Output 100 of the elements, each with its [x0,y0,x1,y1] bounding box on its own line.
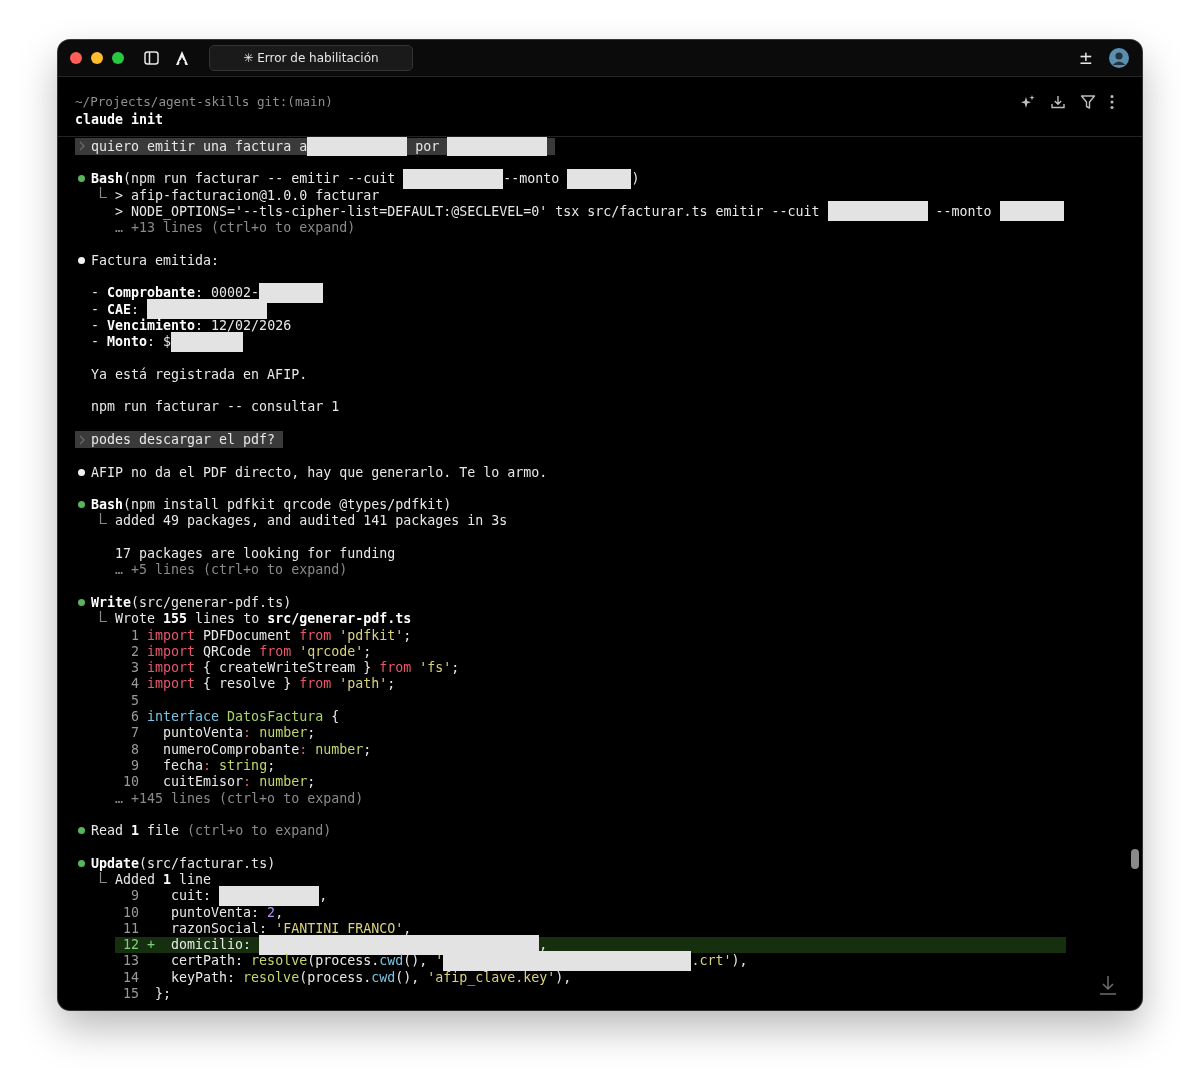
status-dot-icon [78,175,85,183]
tool-call-text: --monto [503,171,561,187]
message-text: - Vencimiento: 12/02/2026 [91,317,292,333]
code-text: cuitEmisor: number; [162,774,316,790]
line-number: 7 [130,725,140,741]
code-text: , [319,888,328,904]
tool-result-text: Added 1 line [115,872,212,887]
line-number: 13 [122,953,140,969]
code-text: cwd [379,953,404,969]
prompt-text: podes descargar el pdf? [91,432,276,447]
status-dot-icon [78,598,85,606]
prompt-text: por [414,138,441,154]
code-text: import PDFDocument from 'pdfkit'; [147,627,412,643]
minimize-button[interactable] [91,52,103,64]
line-number: 9 [130,757,140,773]
code-text: fecha: string; [162,757,276,773]
code-text: }; [155,986,172,1002]
more-options-icon[interactable] [1110,94,1114,110]
output-text: > NODE_OPTIONS='--tls-cipher-list=DEFAULT:@SECLEVEL=0' tsx src/facturar.ts emitir --cuit [115,203,821,219]
line-number: 5 [130,692,140,708]
prompt-chevron-icon [79,434,85,445]
avatar-icon[interactable] [1109,48,1129,68]
message-text: CAE [107,301,132,317]
line-number: 3 [130,660,140,676]
maximize-button[interactable] [112,52,124,64]
line-number: 10 [122,774,140,790]
code-text: numeroComprobante: number; [162,741,372,757]
prompt-chevron-icon [79,141,85,152]
line-number: 8 [130,741,140,757]
message-text: Ya está registrada en AFIP. [91,366,308,382]
status-dot-icon [78,827,85,835]
code-text: import { createWriteStream } from 'fs'; [147,660,460,676]
redaction-bar [999,201,1064,222]
code-text: resolve [251,953,308,969]
scroll-to-bottom-icon[interactable] [1099,975,1117,995]
status-dot-icon [78,468,85,476]
line-number: 4 [130,676,140,692]
code-text: , [539,937,548,953]
sidebar-toggle-icon[interactable] [144,51,159,65]
code-text: keyPath: resolve(process.cwd(), 'afip_clave.key'), [170,969,572,985]
tool-call-text: Read 1 file (ctrl+o to expand) [91,823,332,839]
tool-call-text: ) [631,171,640,187]
code-text: import QRCode from 'qrcode'; [147,643,372,659]
code-text: (process. [307,953,380,969]
line-number: 1 [130,627,140,643]
message-text: npm run facturar -- consultar 1 [91,399,340,415]
app-logo-icon[interactable] [175,50,189,66]
tool-call-text: Bash(npm install pdfkit qrcode @types/pdfkit) [91,497,452,513]
code-text: puntoVenta: 2, [170,904,284,920]
tool-call-text: Update(src/facturar.ts) [91,855,276,871]
code-text: puntoVenta: number; [162,725,316,741]
line-number: 2 [130,643,140,659]
message-text: - [91,301,100,317]
diff-toggle-button[interactable]: ± [1078,49,1093,67]
close-button[interactable] [70,52,82,64]
tab[interactable]: ✳ Error de habilitación [209,45,413,71]
message-text: Factura emitida: [91,252,220,268]
diff-marker: + [147,937,156,953]
expand-hint: … +5 lines (ctrl+o to expand) [115,562,348,578]
message-text: Comprobante [107,285,196,301]
line-number: 15 [122,986,140,1002]
download-icon[interactable] [1050,94,1066,110]
connector-icon [99,187,107,200]
status-dot-icon [78,859,85,867]
connector-icon [99,512,107,525]
message-text: : [131,301,141,317]
message-text: Monto [107,334,148,350]
scrollbar-thumb[interactable] [1131,849,1139,869]
line-number: 14 [122,969,140,985]
message-text: : $ [147,334,172,350]
status-dot-icon [78,256,85,264]
code-text: domicilio: [170,937,253,953]
tool-call-text: Write(src/generar-pdf.ts) [91,594,292,610]
tool-result-text: > afip-facturacion@1.0.0 facturar [115,187,380,203]
code-text: ' [435,953,444,969]
tool-result-text: Wrote 155 lines to src/generar-pdf.ts [115,611,412,627]
message-text: - [91,285,100,301]
code-text: certPath: [170,953,245,969]
line-number: 12 [122,937,140,953]
message-text: : 00002- [195,285,260,301]
filter-icon[interactable] [1080,94,1096,110]
message-text: AFIP no da el PDF directo, hay que generarlo. Te lo armo. [91,464,548,480]
session-command: claude init [75,111,165,129]
message-text: - [91,334,100,350]
code-text: ), [731,953,748,969]
tool-call-text: Bash [91,171,124,187]
code-text: cuit: [170,888,213,904]
tool-result-text: added 49 packages, and audited 141 packages in 3s [115,513,508,529]
status-dot-icon [78,501,85,509]
working-directory: ~/Projects/agent-skills git:(main) [75,93,334,111]
line-number: 10 [122,904,140,920]
code-text: interface DatosFactura { [147,709,340,725]
tool-call-text: (npm run facturar -- emitir --cuit [123,171,397,187]
output-text: --monto [934,203,993,219]
line-number: 6 [130,709,140,725]
code-text: import { resolve } from 'path'; [147,676,396,692]
expand-hint: … +13 lines (ctrl+o to expand) [115,220,356,236]
code-text: .crt' [691,953,732,969]
expand-hint: … +145 lines (ctrl+o to expand) [115,790,364,806]
line-number: 11 [122,920,140,936]
